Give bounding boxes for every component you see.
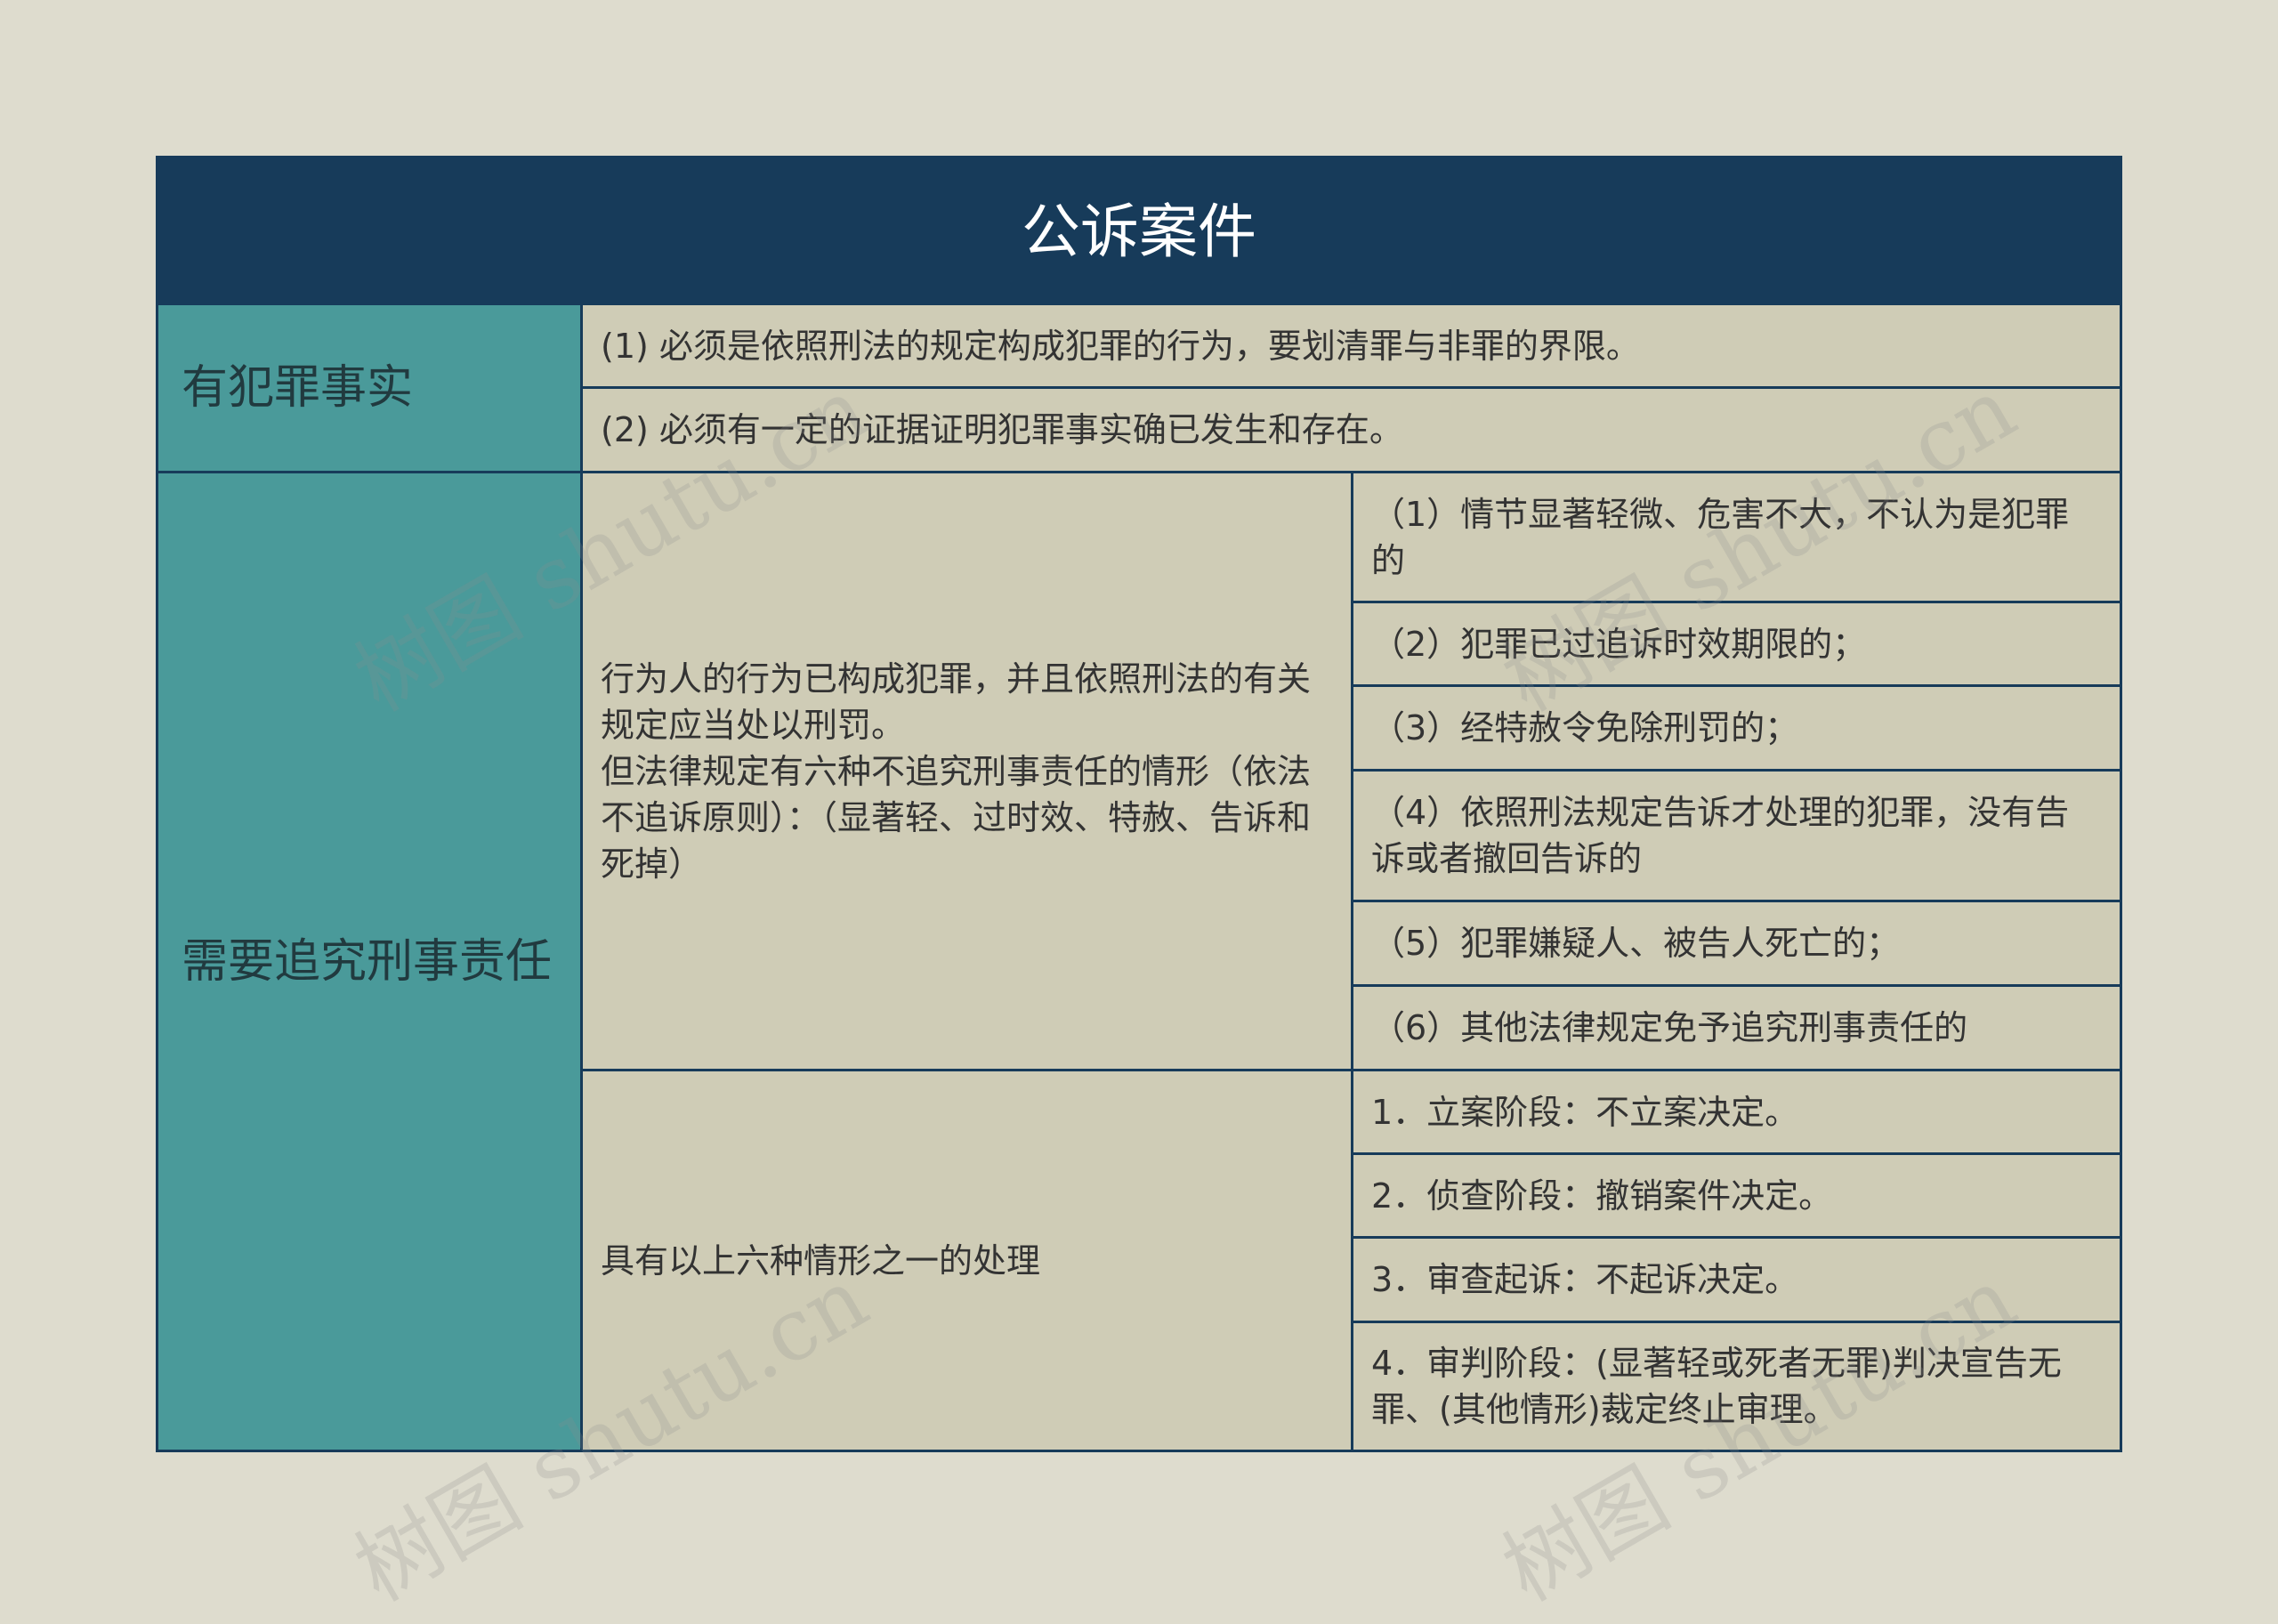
exemption-case-1: （1）情节显著轻微、危害不大，不认为是犯罪的 bbox=[1353, 473, 2120, 603]
handling-step-2: 2．侦查阶段：撤销案件决定。 bbox=[1353, 1155, 2120, 1239]
handling-step-1: 1．立案阶段：不立案决定。 bbox=[1353, 1071, 2120, 1155]
category-criminal-fact: 有犯罪事实 bbox=[158, 305, 583, 473]
exemption-case-2: （2）犯罪已过追诉时效期限的； bbox=[1353, 603, 2120, 687]
page-title: 公诉案件 bbox=[158, 158, 2120, 305]
handling-step-3: 3．审查起诉：不起诉决定。 bbox=[1353, 1239, 2120, 1323]
liability-description: 行为人的行为已构成犯罪，并且依照刑法的有关规定应当处以刑罚。 但法律规定有六种不… bbox=[583, 473, 1353, 1071]
category-criminal-liability: 需要追究刑事责任 bbox=[158, 473, 583, 1450]
exemption-case-6: （6）其他法律规定免予追究刑事责任的 bbox=[1353, 987, 2120, 1071]
content-table: 公诉案件 有犯罪事实 (1) 必须是依照刑法的规定构成犯罪的行为，要划清罪与非罪… bbox=[156, 156, 2122, 1452]
exemption-case-5: （5）犯罪嫌疑人、被告人死亡的； bbox=[1353, 902, 2120, 987]
fact-item-1: (1) 必须是依照刑法的规定构成犯罪的行为，要划清罪与非罪的界限。 bbox=[583, 305, 2120, 389]
exemption-case-3: （3）经特赦令免除刑罚的； bbox=[1353, 687, 2120, 772]
exemption-case-4: （4）依照刑法规定告诉才处理的犯罪，没有告诉或者撤回告诉的 bbox=[1353, 772, 2120, 902]
fact-item-2: (2) 必须有一定的证据证明犯罪事实确已发生和存在。 bbox=[583, 389, 2120, 473]
handling-label: 具有以上六种情形之一的处理 bbox=[583, 1071, 1353, 1450]
handling-step-4: 4．审判阶段：(显著轻或死者无罪)判决宣告无罪、(其他情形)裁定终止审理。 bbox=[1353, 1323, 2120, 1450]
